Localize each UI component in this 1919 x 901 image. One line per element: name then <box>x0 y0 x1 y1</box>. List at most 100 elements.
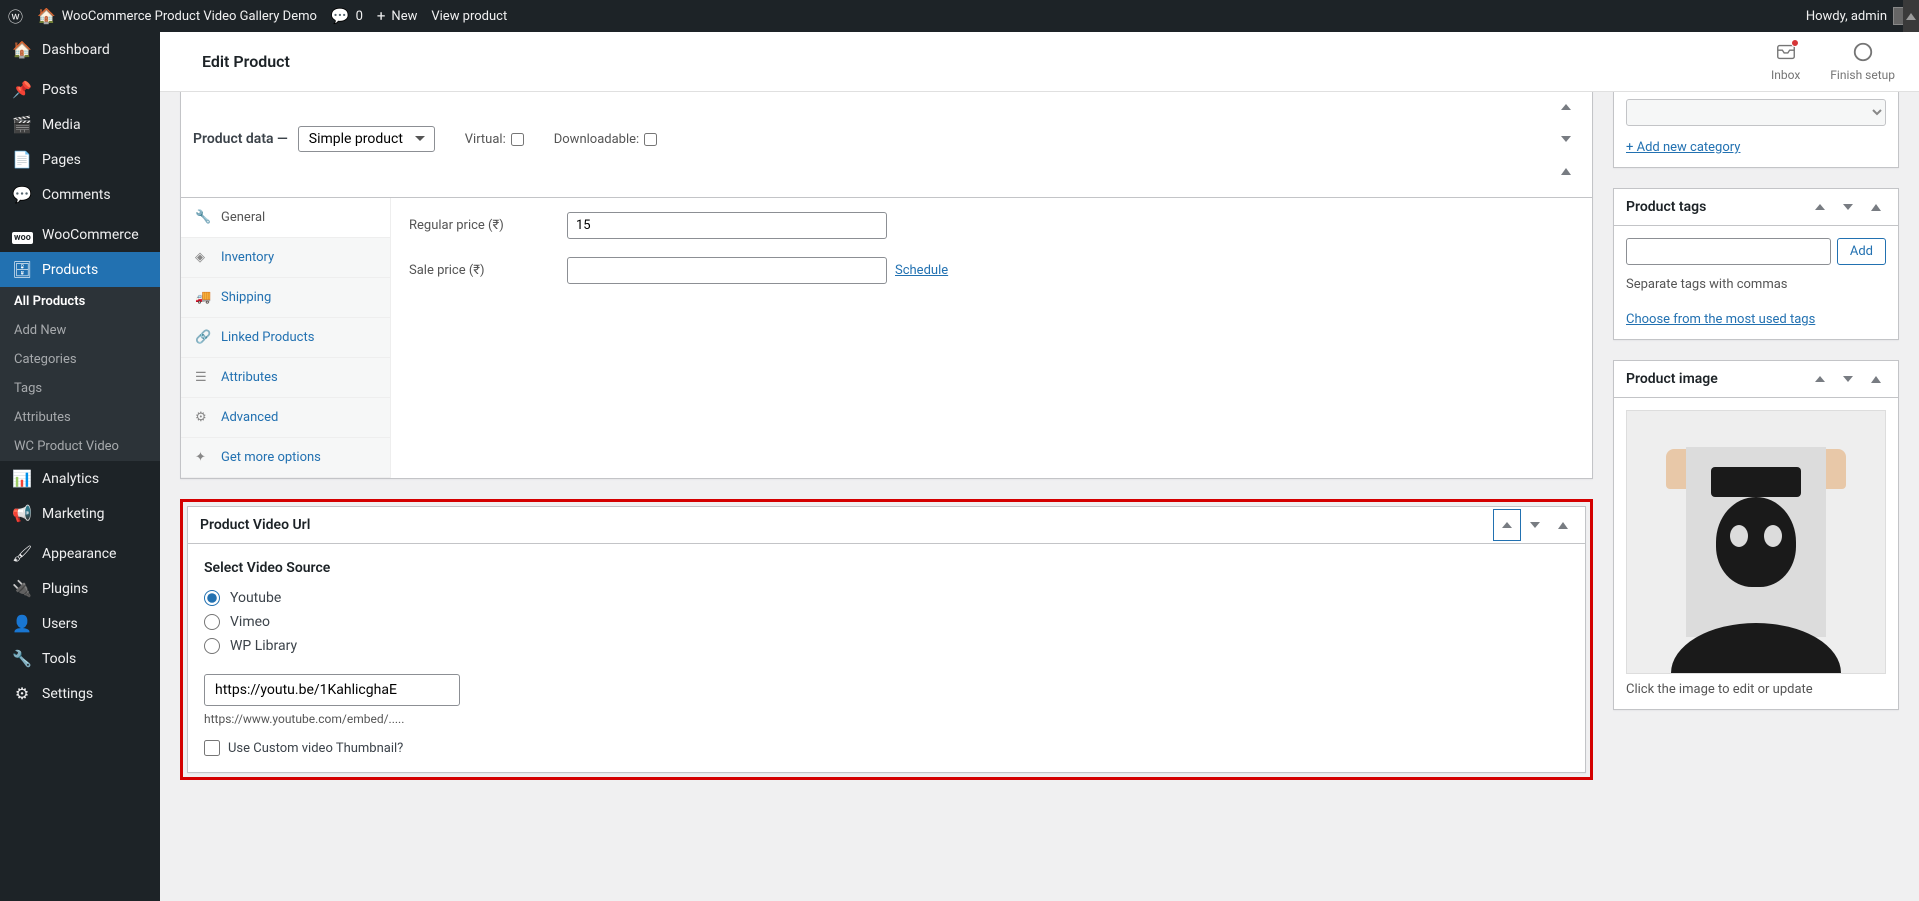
menu-marketing[interactable]: 📢Marketing <box>0 496 160 531</box>
product-tags-box: Product tags Add Separate tags with comm <box>1613 188 1899 340</box>
product-image-thumbnail[interactable] <box>1626 410 1886 674</box>
product-video-url-box: Product Video Url Select Video Source <box>187 506 1586 773</box>
category-parent-select[interactable] <box>1626 99 1886 126</box>
menu-analytics[interactable]: 📊Analytics <box>0 461 160 496</box>
menu-label: Settings <box>42 686 93 702</box>
page-header: Edit Product Inbox Finish setup <box>160 32 1919 92</box>
view-product-label: View product <box>431 9 507 24</box>
choose-used-tags-link[interactable]: Choose from the most used tags <box>1626 312 1815 327</box>
radio-vimeo[interactable] <box>204 614 220 630</box>
virtual-checkbox[interactable] <box>511 133 524 146</box>
tab-attributes[interactable]: ☰Attributes <box>181 358 390 398</box>
virtual-label: Virtual: <box>465 132 506 147</box>
menu-dashboard[interactable]: 🏠 Dashboard <box>0 32 160 67</box>
submenu-tags[interactable]: Tags <box>0 374 160 403</box>
schedule-link[interactable]: Schedule <box>895 263 948 278</box>
radio-wp-library[interactable] <box>204 638 220 654</box>
view-product-link[interactable]: View product <box>431 9 507 24</box>
move-up-button[interactable] <box>1806 191 1834 223</box>
move-up-button[interactable] <box>1806 363 1834 395</box>
menu-users[interactable]: 👤Users <box>0 606 160 641</box>
video-box-highlight: Product Video Url Select Video Source <box>180 499 1593 780</box>
new-link[interactable]: +New <box>377 7 417 25</box>
tags-help: Separate tags with commas <box>1626 277 1886 292</box>
menu-label: Pages <box>42 152 81 168</box>
sale-price-label: Sale price (₹) <box>409 263 567 278</box>
tab-label: Advanced <box>221 410 278 425</box>
menu-comments[interactable]: 💬Comments <box>0 177 160 212</box>
move-down-button[interactable] <box>1834 363 1862 395</box>
tab-shipping[interactable]: 🚚Shipping <box>181 278 390 318</box>
tools-icon: 🔧 <box>12 649 32 668</box>
regular-price-input[interactable] <box>567 212 887 239</box>
menu-settings[interactable]: ⚙Settings <box>0 676 160 711</box>
howdy-link[interactable]: Howdy, admin <box>1806 7 1911 25</box>
toggle-button[interactable] <box>1862 191 1890 223</box>
product-image-box: Product image <box>1613 360 1899 710</box>
new-label: New <box>391 9 417 24</box>
inbox-button[interactable]: Inbox <box>1771 41 1800 82</box>
notification-dot <box>1791 39 1799 47</box>
menu-products[interactable]: 🗄 Products <box>0 252 160 287</box>
tab-get-more[interactable]: ✦Get more options <box>181 438 390 478</box>
menu-appearance[interactable]: 🖌Appearance <box>0 536 160 571</box>
menu-label: Dashboard <box>42 42 110 58</box>
menu-media[interactable]: 🎬Media <box>0 107 160 142</box>
custom-thumbnail-checkbox[interactable] <box>204 740 220 756</box>
tab-advanced[interactable]: ⚙ Advanced <box>181 398 390 438</box>
submenu-all-products[interactable]: All Products <box>0 287 160 316</box>
move-up-button[interactable] <box>1552 92 1580 123</box>
radio-youtube[interactable] <box>204 590 220 606</box>
woo-icon: woo <box>12 225 32 244</box>
tag-input[interactable] <box>1626 238 1831 265</box>
add-new-category-link[interactable]: + Add new category <box>1626 140 1740 155</box>
menu-woocommerce[interactable]: woo WooCommerce <box>0 217 160 252</box>
comments-link[interactable]: 💬0 <box>331 7 363 25</box>
move-down-button[interactable] <box>1552 123 1580 155</box>
product-data-title: Product data — <box>193 131 288 147</box>
add-tag-button[interactable]: Add <box>1837 238 1886 265</box>
menu-tools[interactable]: 🔧Tools <box>0 641 160 676</box>
inventory-icon: ◈ <box>195 250 211 265</box>
dashboard-icon: 🏠 <box>12 40 32 59</box>
product-data-box: Product data — Simple product Virtual: D… <box>180 92 1593 479</box>
menu-plugins[interactable]: 🔌Plugins <box>0 571 160 606</box>
image-title: Product image <box>1614 361 1730 397</box>
submenu-add-new[interactable]: Add New <box>0 316 160 345</box>
menu-label: Products <box>42 262 98 278</box>
tab-general[interactable]: 🔧General <box>181 198 390 238</box>
radio-wp-label: WP Library <box>230 638 297 654</box>
menu-label: WooCommerce <box>42 227 139 243</box>
downloadable-checkbox[interactable] <box>644 133 657 146</box>
products-icon: 🗄 <box>12 260 32 279</box>
admin-bar: ⓦ 🏠WooCommerce Product Video Gallery Dem… <box>0 0 1919 32</box>
radio-vimeo-label: Vimeo <box>230 614 270 630</box>
menu-posts[interactable]: 📌Posts <box>0 72 160 107</box>
menu-pages[interactable]: 📄 Pages <box>0 142 160 177</box>
page-scroll-up[interactable] <box>1903 0 1919 32</box>
toggle-button[interactable] <box>1549 509 1577 541</box>
submenu-categories[interactable]: Categories <box>0 345 160 374</box>
wp-logo[interactable]: ⓦ <box>8 6 23 27</box>
move-down-button[interactable] <box>1521 509 1549 541</box>
menu-label: Marketing <box>42 506 105 522</box>
finish-setup-button[interactable]: Finish setup <box>1830 41 1895 82</box>
submenu-wc-product-video[interactable]: WC Product Video <box>0 432 160 461</box>
site-link[interactable]: 🏠WooCommerce Product Video Gallery Demo <box>37 7 317 25</box>
menu-label: Appearance <box>42 546 116 562</box>
pages-icon: 📄 <box>12 150 32 169</box>
gear-icon: ⚙ <box>195 410 211 425</box>
move-up-button[interactable] <box>1493 509 1521 541</box>
sale-price-input[interactable] <box>567 257 887 284</box>
tab-inventory[interactable]: ◈Inventory <box>181 238 390 278</box>
radio-youtube-label: Youtube <box>230 590 281 606</box>
product-type-select[interactable]: Simple product <box>298 126 435 152</box>
tab-linked[interactable]: 🔗Linked Products <box>181 318 390 358</box>
video-url-input[interactable] <box>204 674 460 706</box>
menu-label: Posts <box>42 82 78 98</box>
toggle-button[interactable] <box>1862 363 1890 395</box>
move-down-button[interactable] <box>1834 191 1862 223</box>
submenu-attributes[interactable]: Attributes <box>0 403 160 432</box>
toggle-button[interactable] <box>1552 155 1580 187</box>
image-help: Click the image to edit or update <box>1626 682 1886 697</box>
